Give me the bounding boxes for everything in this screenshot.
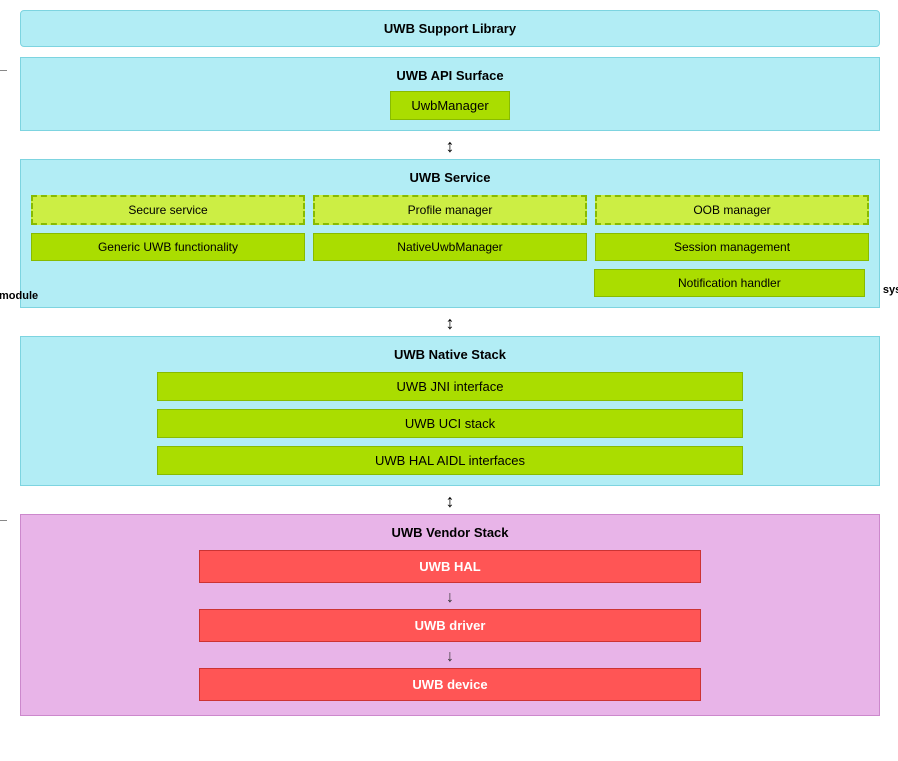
profile-manager-box: Profile manager — [313, 195, 587, 225]
uwb-jni-interface: UWB JNI interface — [157, 372, 744, 401]
generic-uwb-box: Generic UWB functionality — [31, 233, 305, 261]
uwb-hal: UWB HAL — [199, 550, 702, 583]
native-items: UWB JNI interface UWB UCI stack UWB HAL … — [31, 372, 869, 475]
aosp-label: AOSP module — [0, 290, 38, 302]
uwb-api-surface-title: UWB API Surface — [31, 68, 869, 83]
arrow-native-to-vendor: ↕ — [20, 492, 880, 510]
uwb-vendor-stack: UWB Vendor Stack UWB HAL ↓ UWB driver ↓ … — [20, 514, 880, 716]
vendor-arrow-1: ↓ — [446, 589, 454, 607]
system-server-bracket: system_serverprocess — [890, 70, 898, 521]
native-uwb-manager-box: NativeUwbManager — [313, 233, 587, 261]
vendor-arrow-2: ↓ — [446, 648, 454, 666]
service-row2: Generic UWB functionality NativeUwbManag… — [31, 233, 869, 261]
uwb-vendor-stack-title: UWB Vendor Stack — [31, 525, 869, 540]
uwb-device: UWB device — [199, 668, 702, 701]
session-management-box: Session management — [595, 233, 869, 261]
uwb-manager-box: UwbManager — [390, 91, 509, 120]
arrow-service-to-native: ↕ — [20, 314, 880, 332]
uwb-native-stack: UWB Native Stack UWB JNI interface UWB U… — [20, 336, 880, 486]
uwb-api-surface: UWB API Surface UwbManager — [20, 57, 880, 131]
notification-handler-box: Notification handler — [594, 269, 865, 297]
secure-service-box: Secure service — [31, 195, 305, 225]
uwb-uci-stack: UWB UCI stack — [157, 409, 744, 438]
system-server-label: system_serverprocess — [883, 284, 898, 308]
uwb-service-title: UWB Service — [31, 170, 869, 185]
oob-manager-box: OOB manager — [595, 195, 869, 225]
service-row3: Notification handler — [31, 269, 869, 297]
uwb-hal-aidl: UWB HAL AIDL interfaces — [157, 446, 744, 475]
service-row1: Secure service Profile manager OOB manag… — [31, 195, 869, 225]
arrow-api-to-service: ↕ — [20, 137, 880, 155]
uwb-service: UWB Service Secure service Profile manag… — [20, 159, 880, 308]
uwb-manager-label: UwbManager — [411, 98, 488, 113]
uwb-support-library: UWB Support Library — [20, 10, 880, 47]
uwb-driver: UWB driver — [199, 609, 702, 642]
aosp-bracket: AOSP module — [0, 70, 15, 521]
vendor-items: UWB HAL ↓ UWB driver ↓ UWB device — [31, 550, 869, 705]
uwb-support-library-title: UWB Support Library — [384, 21, 516, 36]
uwb-native-stack-title: UWB Native Stack — [31, 347, 869, 362]
